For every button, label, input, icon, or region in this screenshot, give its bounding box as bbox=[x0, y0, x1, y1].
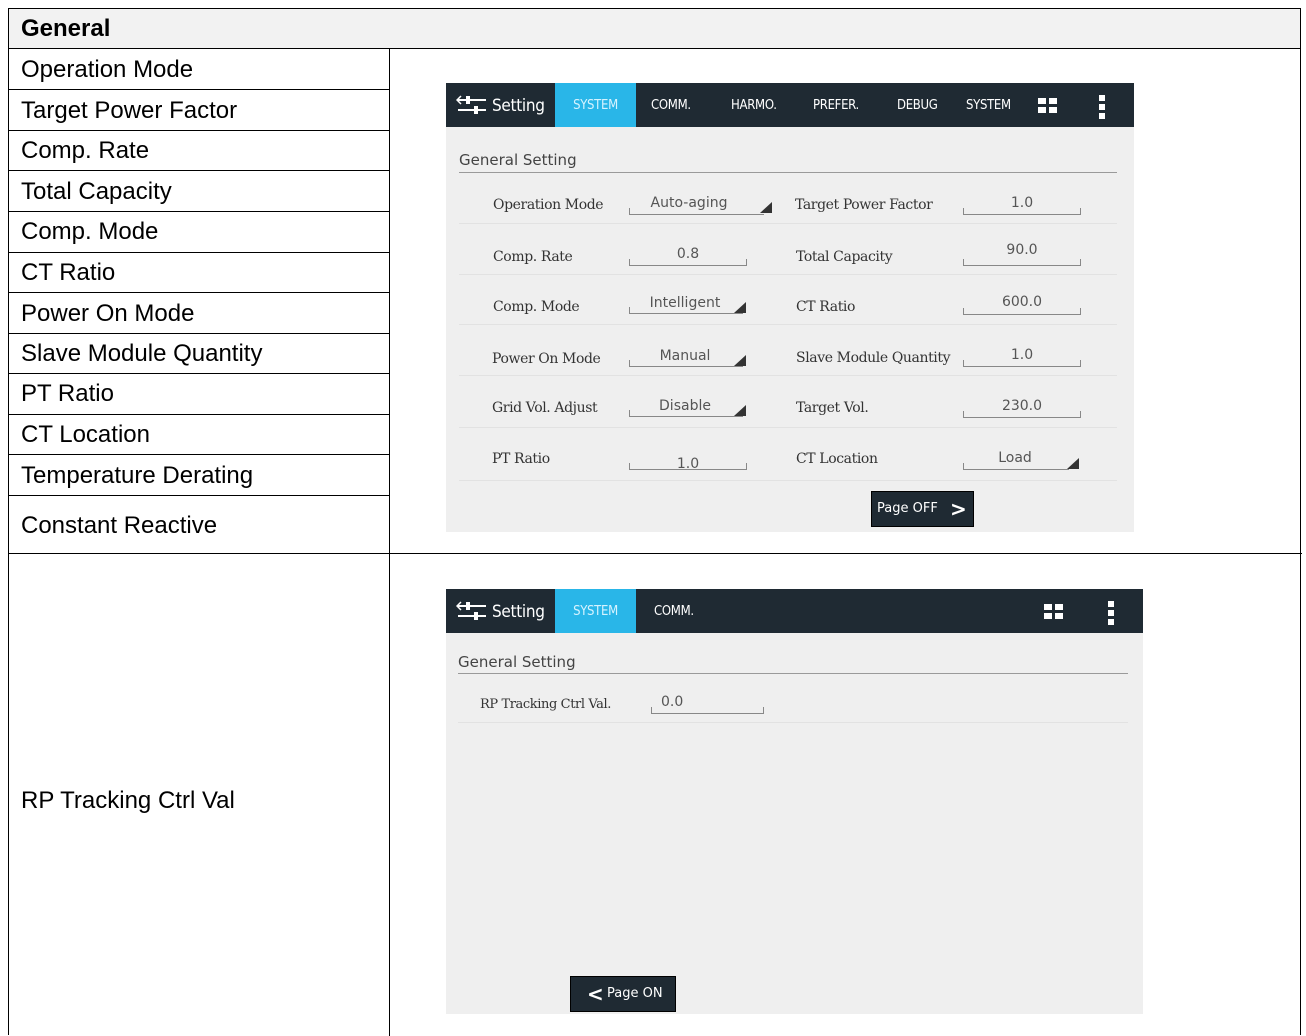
table-cell-temperature-derating: Temperature Derating bbox=[9, 455, 390, 496]
field-label: Grid Vol. Adjust bbox=[492, 400, 598, 416]
cell-label: Constant Reactive bbox=[21, 512, 218, 539]
field-underline bbox=[963, 208, 1081, 215]
table-cell-comp-rate: Comp. Rate bbox=[9, 131, 390, 171]
row-separator bbox=[459, 274, 1117, 275]
setting-title[interactable]: Setting bbox=[492, 83, 545, 127]
field-underline bbox=[629, 360, 743, 367]
page-off-button[interactable]: Page OFF > bbox=[871, 491, 974, 527]
dropdown-arrow-icon[interactable] bbox=[760, 202, 772, 213]
field-label: PT Ratio bbox=[492, 451, 550, 467]
field-underline bbox=[629, 259, 747, 266]
table-header-title: General bbox=[21, 15, 111, 42]
tab-debug[interactable]: DEBUG bbox=[897, 83, 938, 127]
field-label: Comp. Mode bbox=[493, 299, 580, 315]
row-separator bbox=[459, 375, 1117, 376]
row-separator bbox=[459, 480, 1117, 481]
section-divider bbox=[459, 172, 1117, 173]
sliders-icon[interactable] bbox=[456, 600, 488, 622]
section-title: General Setting bbox=[458, 653, 576, 671]
tab-system[interactable]: SYSTEM bbox=[966, 83, 1011, 127]
table-cell-ct-ratio: CT Ratio bbox=[9, 253, 390, 293]
field-underline bbox=[629, 410, 743, 417]
table-cell-slave-module-quantity: Slave Module Quantity bbox=[9, 334, 390, 374]
table-cell-target-power-factor: Target Power Factor bbox=[9, 90, 390, 131]
dropdown-arrow-icon[interactable] bbox=[734, 355, 746, 366]
device-screen-1: Setting SYSTEM COMM. HARMO. PREFER. DEBU… bbox=[446, 83, 1134, 532]
field-label: CT Location bbox=[796, 451, 878, 467]
tab-comm[interactable]: COMM. bbox=[651, 83, 691, 127]
field-label: Operation Mode bbox=[493, 197, 604, 213]
cell-label: CT Ratio bbox=[21, 259, 116, 286]
table-cell-operation-mode: Operation Mode bbox=[9, 49, 390, 90]
field-label: Comp. Rate bbox=[493, 249, 573, 265]
tab-harmo[interactable]: HARMO. bbox=[731, 83, 777, 127]
device-screen-2: Setting SYSTEM COMM. General Setting RP … bbox=[446, 589, 1143, 1014]
row-separator bbox=[459, 324, 1117, 325]
field-label: Target Vol. bbox=[796, 400, 869, 416]
field-underline bbox=[629, 307, 743, 314]
cell-label: Slave Module Quantity bbox=[21, 340, 263, 367]
section-divider bbox=[458, 673, 1128, 674]
field-underline bbox=[963, 259, 1081, 266]
cell-label: PT Ratio bbox=[21, 380, 114, 407]
field-underline bbox=[963, 360, 1081, 367]
grid-menu-icon[interactable] bbox=[1044, 604, 1064, 620]
cell-label: Comp. Mode bbox=[21, 218, 159, 245]
field-label: Total Capacity bbox=[796, 249, 893, 265]
field-underline bbox=[629, 463, 747, 470]
cell-label: Comp. Rate bbox=[21, 137, 150, 164]
dropdown-arrow-icon[interactable] bbox=[734, 405, 746, 416]
row-divider bbox=[389, 553, 1302, 554]
field-label: Target Power Factor bbox=[795, 197, 933, 213]
cell-label: Total Capacity bbox=[21, 178, 172, 205]
dropdown-arrow-icon[interactable] bbox=[1067, 458, 1079, 469]
field-label: CT Ratio bbox=[796, 299, 856, 315]
field-label: Slave Module Quantity bbox=[796, 350, 951, 366]
field-label: Power On Mode bbox=[492, 351, 601, 367]
field-underline bbox=[629, 208, 764, 215]
table-cell-constant-reactive: Constant Reactive bbox=[9, 496, 390, 554]
field-underline bbox=[651, 707, 764, 714]
top-navigation-bar: Setting SYSTEM COMM. bbox=[446, 589, 1143, 633]
tab-comm[interactable]: COMM. bbox=[654, 589, 694, 633]
cell-label: Target Power Factor bbox=[21, 97, 238, 124]
sliders-icon[interactable] bbox=[456, 94, 488, 116]
page-button-label: Page ON bbox=[607, 986, 663, 1001]
table-cell-comp-mode: Comp. Mode bbox=[9, 212, 390, 253]
chevron-left-icon: < bbox=[587, 982, 604, 1006]
grid-menu-icon[interactable] bbox=[1038, 98, 1058, 114]
section-title: General Setting bbox=[459, 151, 577, 169]
table-cell-ct-location: CT Location bbox=[9, 415, 390, 455]
more-options-icon[interactable] bbox=[1108, 601, 1114, 625]
more-options-icon[interactable] bbox=[1099, 95, 1105, 119]
cell-label: Temperature Derating bbox=[21, 462, 254, 489]
tab-system-active[interactable]: SYSTEM bbox=[555, 83, 636, 127]
cell-label: Power On Mode bbox=[21, 300, 195, 327]
cell-label: RP Tracking Ctrl Val bbox=[21, 787, 235, 814]
row-separator bbox=[459, 427, 1117, 428]
page-button-label: Page OFF bbox=[877, 501, 938, 516]
setting-title[interactable]: Setting bbox=[492, 589, 545, 633]
row-separator bbox=[459, 223, 1117, 224]
field-value[interactable]: 90.0 bbox=[963, 242, 1081, 258]
table-header: General bbox=[9, 9, 1300, 49]
cell-label: Operation Mode bbox=[21, 56, 194, 83]
tab-system-active[interactable]: SYSTEM bbox=[555, 589, 636, 633]
field-underline bbox=[963, 308, 1081, 315]
table-cell-total-capacity: Total Capacity bbox=[9, 171, 390, 212]
field-underline bbox=[963, 411, 1081, 418]
table-cell-power-on-mode: Power On Mode bbox=[9, 293, 390, 334]
cell-label: CT Location bbox=[21, 421, 150, 448]
page-on-button[interactable]: < Page ON bbox=[570, 976, 676, 1012]
dropdown-arrow-icon[interactable] bbox=[734, 302, 746, 313]
row-separator bbox=[458, 722, 1128, 723]
table-cell-rp-tracking: RP Tracking Ctrl Val bbox=[9, 554, 390, 1036]
chevron-right-icon: > bbox=[950, 497, 967, 521]
field-underline bbox=[963, 463, 1069, 470]
field-label: RP Tracking Ctrl Val. bbox=[480, 697, 611, 712]
tab-prefer[interactable]: PREFER. bbox=[813, 83, 859, 127]
table-cell-pt-ratio: PT Ratio bbox=[9, 374, 390, 415]
top-navigation-bar: Setting SYSTEM COMM. HARMO. PREFER. DEBU… bbox=[446, 83, 1134, 127]
column-divider bbox=[389, 49, 390, 1036]
